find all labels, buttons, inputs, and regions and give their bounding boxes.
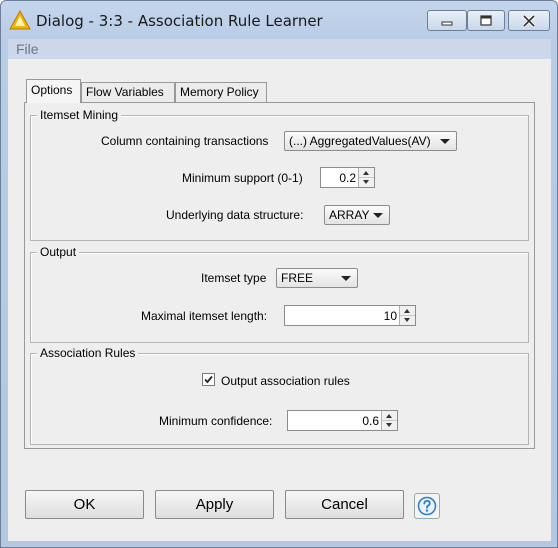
apply-button[interactable]: Apply: [155, 490, 274, 519]
spinner-up-icon[interactable]: [382, 411, 397, 421]
spinner-down-icon[interactable]: [400, 316, 415, 325]
chevron-down-icon: [341, 276, 351, 281]
spinner-up-icon[interactable]: [359, 168, 374, 178]
menu-bar: File: [8, 39, 551, 59]
spinner-down-icon[interactable]: [359, 178, 374, 187]
column-transactions-select[interactable]: (...) AggregatedValues(AV): [284, 131, 457, 151]
itemset-type-label: Itemset type: [201, 271, 267, 285]
help-button[interactable]: [414, 493, 440, 519]
max-itemset-length-label: Maximal itemset length:: [141, 309, 268, 323]
checkmark-icon: [204, 375, 213, 384]
max-itemset-length-value: 10: [383, 309, 397, 323]
maximize-icon: [480, 14, 492, 26]
min-confidence-spinner[interactable]: 0.6: [287, 410, 398, 431]
title-bar[interactable]: Dialog - 3:3 - Association Rule Learner: [1, 1, 557, 39]
tab-flow-variables[interactable]: Flow Variables: [81, 82, 175, 102]
output-group: Output: [30, 245, 529, 343]
maximize-button[interactable]: [467, 10, 505, 31]
window-title: Dialog - 3:3 - Association Rule Learner: [36, 12, 323, 30]
group-title-association-rules: Association Rules: [37, 346, 139, 360]
close-icon: [522, 14, 536, 27]
data-structure-select[interactable]: ARRAY: [324, 205, 390, 225]
tab-memory-policy[interactable]: Memory Policy: [175, 82, 267, 102]
group-title-output: Output: [37, 245, 80, 259]
chevron-down-icon: [373, 213, 383, 218]
ok-button[interactable]: OK: [25, 490, 144, 519]
min-support-spinner[interactable]: 0.2: [320, 167, 375, 188]
min-confidence-label: Minimum confidence:: [159, 414, 273, 428]
itemset-type-value: FREE: [281, 271, 314, 285]
data-structure-label: Underlying data structure:: [166, 208, 304, 222]
dialog-content: Options Flow Variables Memory Policy Ite…: [8, 59, 551, 541]
warning-triangle-icon: [9, 10, 31, 30]
dialog-window: Dialog - 3:3 - Association Rule Learner …: [0, 0, 558, 548]
minimize-button[interactable]: [427, 10, 467, 31]
cancel-button[interactable]: Cancel: [285, 490, 404, 519]
group-title-itemset-mining: Itemset Mining: [37, 108, 122, 122]
association-rules-group: Association Rules: [30, 346, 529, 445]
min-support-value: 0.2: [339, 171, 356, 185]
tab-options[interactable]: Options: [26, 79, 81, 103]
output-rules-checkbox[interactable]: [202, 373, 215, 386]
max-itemset-length-spinner[interactable]: 10: [284, 305, 416, 326]
help-icon: [417, 496, 437, 516]
menu-file[interactable]: File: [16, 41, 39, 57]
min-support-label: Minimum support (0-1): [182, 171, 303, 185]
minimize-icon: [441, 21, 453, 25]
close-button[interactable]: [508, 10, 550, 31]
column-transactions-label: Column containing transactions: [101, 134, 269, 148]
column-transactions-value: (...) AggregatedValues(AV): [289, 134, 431, 148]
itemset-type-select[interactable]: FREE: [276, 268, 358, 288]
chevron-down-icon: [440, 139, 450, 144]
spinner-up-icon[interactable]: [400, 306, 415, 316]
output-rules-label[interactable]: Output association rules: [221, 374, 350, 388]
data-structure-value: ARRAY: [329, 208, 370, 222]
spinner-down-icon[interactable]: [382, 421, 397, 430]
min-confidence-value: 0.6: [362, 414, 379, 428]
